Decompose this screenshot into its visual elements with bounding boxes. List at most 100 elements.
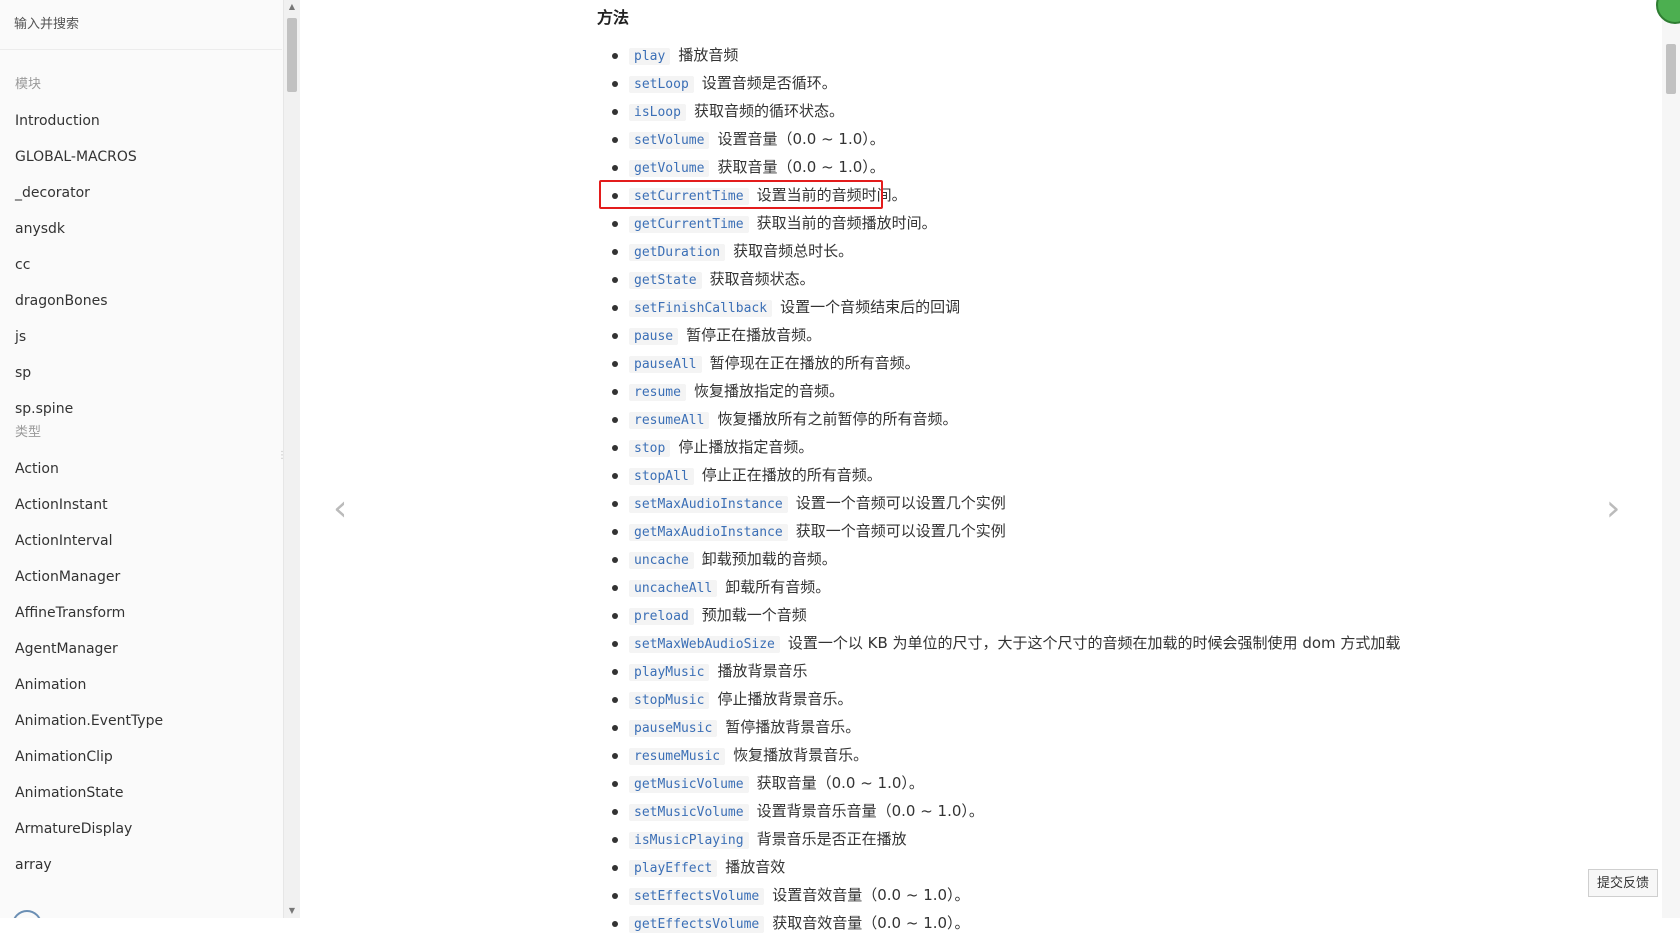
type-item[interactable]: ActionInstant <box>0 487 282 523</box>
bullet-icon <box>612 417 618 423</box>
chevron-right-icon[interactable]: › <box>1606 488 1620 529</box>
method-link[interactable]: pauseAll <box>629 356 702 373</box>
method-link[interactable]: resumeMusic <box>629 748 726 765</box>
method-item: resumeMusic 恢复播放背景音乐。 <box>607 742 1647 770</box>
type-item[interactable]: AffineTransform <box>0 595 282 631</box>
method-item: getEffectsVolume 获取音效音量（0.0 ~ 1.0）。 <box>607 910 1647 938</box>
bullet-icon <box>612 501 618 507</box>
method-item: playEffect 播放音效 <box>607 854 1647 882</box>
type-item[interactable]: Animation <box>0 667 282 703</box>
method-link[interactable]: setVolume <box>629 132 710 149</box>
method-item: stopMusic 停止播放背景音乐。 <box>607 686 1647 714</box>
method-item: isMusicPlaying 背景音乐是否正在播放 <box>607 826 1647 854</box>
bullet-icon <box>612 137 618 143</box>
module-item[interactable]: _decorator <box>0 175 282 211</box>
method-link[interactable]: setMusicVolume <box>629 804 749 821</box>
method-link[interactable]: isMusicPlaying <box>629 832 749 849</box>
modules-nav: 模块 Introduction GLOBAL-MACROS _decorator an… <box>0 67 282 427</box>
method-link[interactable]: playEffect <box>629 860 718 877</box>
method-link[interactable]: setMaxAudioInstance <box>629 496 788 513</box>
type-item[interactable]: AnimationState <box>0 775 282 811</box>
method-link[interactable]: getMusicVolume <box>629 776 749 793</box>
method-item: stopAll 停止正在播放的所有音频。 <box>607 462 1647 490</box>
method-description: 恢复播放所有之前暂停的所有音频。 <box>717 410 958 428</box>
method-item: preload 预加载一个音频 <box>607 602 1647 630</box>
method-description: 卸载所有音频。 <box>725 578 831 596</box>
method-description: 获取音频状态。 <box>709 270 815 288</box>
method-link[interactable]: resume <box>629 384 686 401</box>
method-description: 设置音效音量（0.0 ~ 1.0）。 <box>772 886 970 904</box>
bullet-icon <box>612 753 618 759</box>
main-scrollbar[interactable] <box>1662 0 1680 918</box>
chevron-left-icon[interactable]: ‹ <box>333 488 347 529</box>
bullet-icon <box>612 333 618 339</box>
method-description: 暂停正在播放音频。 <box>686 326 822 344</box>
type-item[interactable]: ActionInterval <box>0 523 282 559</box>
method-description: 暂停播放背景音乐。 <box>725 718 861 736</box>
method-item: uncache 卸载预加载的音频。 <box>607 546 1647 574</box>
method-description: 设置背景音乐音量（0.0 ~ 1.0）。 <box>756 802 984 820</box>
bullet-icon <box>612 445 618 451</box>
method-link[interactable]: pause <box>629 328 679 345</box>
main-scroll-thumb[interactable] <box>1666 44 1676 94</box>
feedback-button[interactable]: 提交反馈 <box>1588 869 1658 897</box>
type-item[interactable]: ArmatureDisplay <box>0 811 282 847</box>
type-item[interactable]: ActionManager <box>0 559 282 595</box>
method-link[interactable]: getMaxAudioInstance <box>629 524 788 541</box>
sidebar-scroll-thumb[interactable] <box>287 18 297 92</box>
bullet-icon <box>612 361 618 367</box>
bullet-icon <box>612 613 618 619</box>
method-link[interactable]: stopMusic <box>629 692 710 709</box>
method-link[interactable]: play <box>629 48 671 65</box>
type-item[interactable]: AgentManager <box>0 631 282 667</box>
method-link[interactable]: getVolume <box>629 160 710 177</box>
method-link[interactable]: getState <box>629 272 702 289</box>
module-item[interactable]: cc <box>0 247 282 283</box>
method-description: 获取音频总时长。 <box>733 242 854 260</box>
method-link[interactable]: setFinishCallback <box>629 300 773 317</box>
type-item[interactable]: Action <box>0 451 282 487</box>
method-description: 停止播放背景音乐。 <box>717 690 853 708</box>
module-item[interactable]: Introduction <box>0 103 282 139</box>
method-description: 卸载预加载的音频。 <box>701 550 837 568</box>
scroll-down-arrow-icon[interactable]: ▼ <box>284 904 300 918</box>
method-link[interactable]: getCurrentTime <box>629 216 749 233</box>
method-link[interactable]: stopAll <box>629 468 694 485</box>
method-link[interactable]: pauseMusic <box>629 720 718 737</box>
bullet-icon <box>612 557 618 563</box>
type-item[interactable]: AnimationClip <box>0 739 282 775</box>
method-link[interactable]: playMusic <box>629 664 710 681</box>
method-link[interactable]: setMaxWebAudioSize <box>629 636 780 653</box>
method-link[interactable]: stop <box>629 440 671 457</box>
module-item[interactable]: anysdk <box>0 211 282 247</box>
module-item[interactable]: sp <box>0 355 282 391</box>
method-link[interactable]: getEffectsVolume <box>629 916 765 933</box>
module-item[interactable]: dragonBones <box>0 283 282 319</box>
method-item: setLoop 设置音频是否循环。 <box>607 70 1647 98</box>
method-link[interactable]: uncache <box>629 552 694 569</box>
method-item: setFinishCallback 设置一个音频结束后的回调 <box>607 294 1647 322</box>
method-link[interactable]: resumeAll <box>629 412 710 429</box>
type-item[interactable]: Animation.EventType <box>0 703 282 739</box>
method-item: uncacheAll 卸载所有音频。 <box>607 574 1647 602</box>
bullet-icon <box>612 921 618 927</box>
method-link[interactable]: setLoop <box>629 76 694 93</box>
method-item: setVolume 设置音量（0.0 ~ 1.0）。 <box>607 126 1647 154</box>
method-description: 获取音量（0.0 ~ 1.0）。 <box>756 774 924 792</box>
scroll-up-arrow-icon[interactable]: ▲ <box>284 0 300 14</box>
bullet-icon <box>612 641 618 647</box>
method-link[interactable]: preload <box>629 608 694 625</box>
bullet-icon <box>612 865 618 871</box>
method-item: setCurrentTime 设置当前的音频时间。 <box>599 180 1647 210</box>
method-link[interactable]: isLoop <box>629 104 686 121</box>
module-item[interactable]: js <box>0 319 282 355</box>
bullet-icon <box>612 669 618 675</box>
type-item[interactable]: array <box>0 847 282 883</box>
method-link[interactable]: getDuration <box>629 244 726 261</box>
method-link[interactable]: uncacheAll <box>629 580 718 597</box>
bullet-icon <box>612 305 618 311</box>
sidebar-scrollbar[interactable]: ▲ ▼ <box>283 0 300 918</box>
search-input[interactable] <box>14 13 254 35</box>
method-link[interactable]: setEffectsVolume <box>629 888 765 905</box>
module-item[interactable]: GLOBAL-MACROS <box>0 139 282 175</box>
